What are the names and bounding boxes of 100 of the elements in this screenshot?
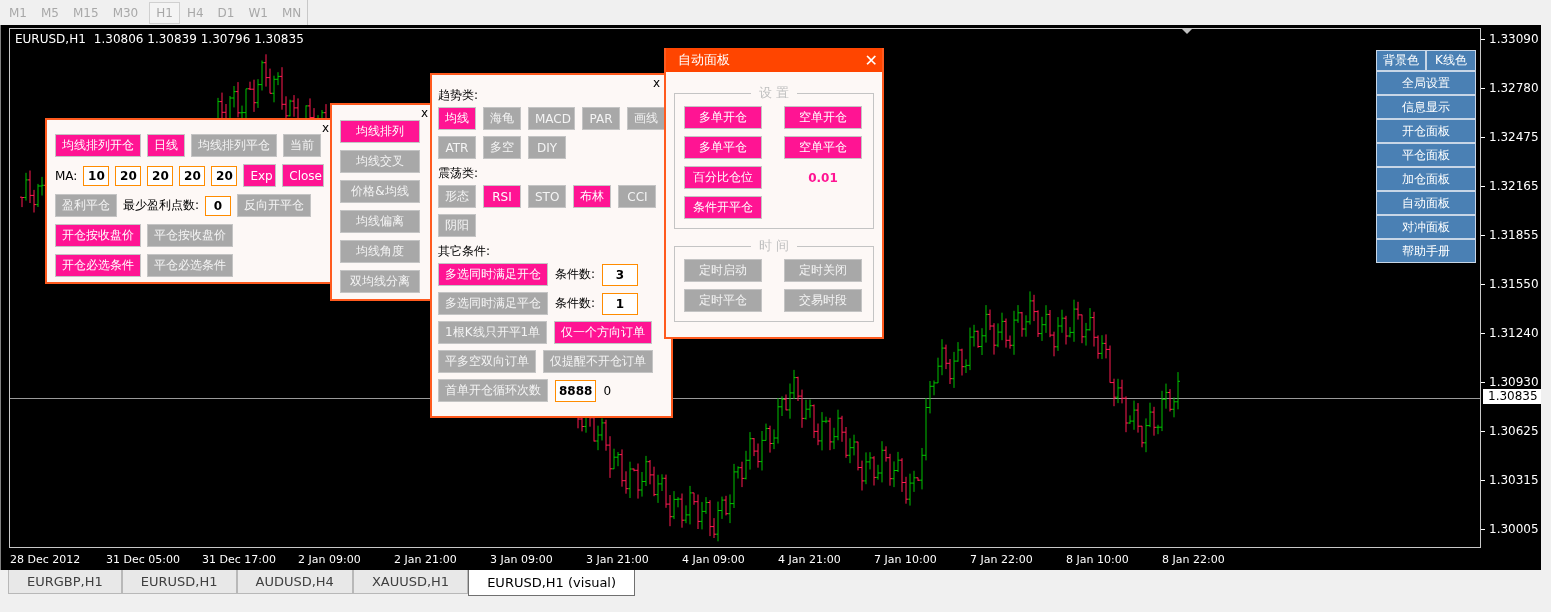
option-button[interactable]: 均线排列平仓 [191,134,277,157]
section-heading: 其它条件: [438,243,491,260]
option-button[interactable]: 当前 [283,134,321,157]
option-button[interactable]: 价格&均线 [340,180,420,203]
price-label: 1.30315 [1481,472,1541,521]
option-button[interactable]: 均线排列开仓 [55,134,141,157]
option-button[interactable]: 日线 [147,134,185,157]
option-button[interactable]: 条件开平仓 [684,196,762,219]
menu-button[interactable]: 背景色 [1376,50,1426,71]
option-button[interactable]: 均线偏离 [340,210,420,233]
shift-marker-icon[interactable] [1182,29,1192,34]
timeframe-button[interactable]: M15 [66,1,106,24]
option-button[interactable]: 开仓必选条件 [55,254,141,277]
menu-button[interactable]: K线色 [1426,50,1476,71]
chart-tab[interactable]: AUDUSD,H4 [236,570,353,594]
option-button[interactable]: 平仓必选条件 [147,254,233,277]
section-heading: 震荡类: [438,165,479,182]
option-button[interactable]: 交易时段 [784,289,862,312]
option-button[interactable]: 多空 [483,136,521,159]
price-label: 1.32780 [1481,80,1541,129]
menu-button[interactable]: 信息显示 [1376,95,1476,119]
menu-button[interactable]: 开仓面板 [1376,119,1476,143]
timeframe-button[interactable]: H4 [179,1,211,24]
time-label: 28 Dec 2012 [10,552,82,566]
timeframe-button[interactable]: M1 [2,1,34,24]
option-button[interactable]: 定时关闭 [784,259,862,282]
chart-tab[interactable]: XAUUSD,H1 [352,570,469,594]
field-label: 最少盈利点数: [123,197,200,214]
option-button[interactable]: 仅一个方向订单 [554,321,653,344]
time-label: 4 Jan 09:00 [682,552,746,566]
number-field[interactable]: 3 [602,263,639,286]
menu-button[interactable]: 帮助手册 [1376,239,1476,263]
option-button[interactable]: 盈利平仓 [55,194,117,217]
option-button[interactable]: MACD [528,107,575,130]
option-button[interactable]: 开仓按收盘价 [55,224,141,247]
option-button[interactable]: 布林 [573,185,612,208]
number-field[interactable]: 10 [83,165,110,186]
option-button[interactable]: 平多空双向订单 [438,350,536,373]
menu-button[interactable]: 对冲面板 [1376,215,1476,239]
option-button[interactable]: CCI [618,185,657,208]
dismiss-button[interactable]: ✕ [864,50,878,70]
option-button[interactable]: 定时平仓 [684,289,762,312]
option-button[interactable]: 均线 [438,107,476,130]
timeframe-button[interactable]: M5 [34,1,66,24]
option-button[interactable]: STO [528,185,567,208]
menu-button[interactable]: 平仓面板 [1376,143,1476,167]
option-button[interactable]: 均线角度 [340,240,420,263]
option-button[interactable]: 1根K线只开平1单 [438,321,548,344]
number-field[interactable]: 1 [602,292,639,315]
option-button[interactable]: 空单开仓 [784,106,862,129]
number-field[interactable]: 20 [211,165,238,186]
option-button[interactable]: ATR [438,136,476,159]
option-button[interactable]: 画线 [627,107,665,130]
chart-tab[interactable]: EURUSD,H1 (visual) [468,570,636,596]
timeframe-button[interactable]: M30 [105,1,146,24]
ohlc-values: 1.30806 1.30839 1.30796 1.30835 [93,32,304,46]
number-field[interactable]: 20 [179,165,206,186]
option-button[interactable]: 多选同时满足开仓 [438,263,548,286]
number-field[interactable]: 8888 [555,379,597,402]
price-label: 1.31240 [1481,325,1541,374]
option-button[interactable]: 百分比仓位 [684,166,762,189]
option-button[interactable]: Close [282,164,324,187]
timeframe-button[interactable]: H1 [149,1,180,24]
number-field[interactable]: 20 [147,165,174,186]
option-button[interactable]: 平仓按收盘价 [147,224,233,247]
option-button[interactable]: Exp [243,164,277,187]
menu-button[interactable]: 加仓面板 [1376,167,1476,191]
option-button[interactable]: 多单平仓 [684,136,762,159]
option-button[interactable]: 反向开平仓 [237,194,312,217]
menu-button[interactable]: 自动面板 [1376,191,1476,215]
option-button[interactable]: 形态 [438,185,476,208]
dismiss-button[interactable]: x [420,106,428,120]
option-button[interactable]: 均线交叉 [340,150,420,173]
option-button[interactable]: 多单开仓 [684,106,762,129]
chart-tab[interactable]: EURGBP,H1 [8,570,122,594]
option-button[interactable]: 阴阳 [438,214,476,237]
timeframe-button[interactable]: MN [274,1,309,24]
option-button[interactable]: RSI [483,185,521,208]
option-button[interactable]: 首单开仓循环次数 [438,379,548,402]
option-button[interactable]: PAR [582,107,620,130]
menu-button[interactable]: 全局设置 [1376,71,1476,95]
option-button[interactable]: 双均线分离 [340,270,420,293]
time-label: 8 Jan 22:00 [1162,552,1226,566]
timeframe-button[interactable]: D1 [210,1,242,24]
option-button[interactable]: 仅提醒不开仓订单 [543,350,653,373]
option-button[interactable]: 空单平仓 [784,136,862,159]
chart-tab[interactable]: EURUSD,H1 [121,570,237,594]
option-button[interactable]: 定时启动 [684,259,762,282]
price-label: 1.32165 [1481,178,1541,227]
option-button[interactable]: 多选同时满足平仓 [438,292,548,315]
option-button[interactable]: 均线排列 [340,120,420,143]
number-field[interactable]: 20 [115,165,142,186]
option-button[interactable]: 海龟 [483,107,521,130]
price-label: 1.32475 [1481,129,1541,178]
dismiss-button[interactable]: x [652,76,660,90]
timeframe-button[interactable]: W1 [241,1,275,24]
number-field[interactable]: 0 [205,195,232,216]
option-button[interactable]: DIY [528,136,566,159]
price-label: 1.33090 [1481,31,1541,80]
dismiss-button[interactable]: x [321,121,329,135]
